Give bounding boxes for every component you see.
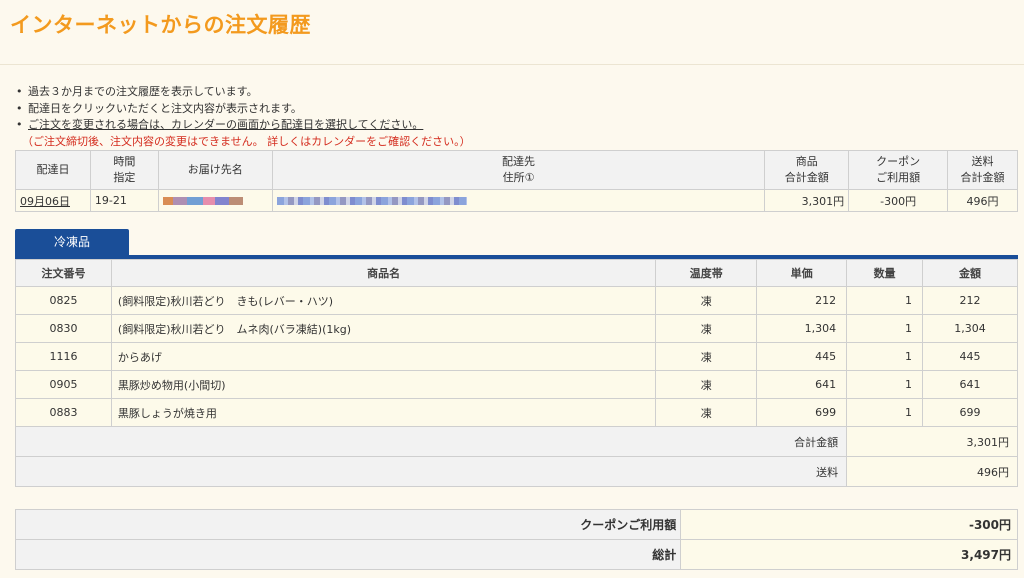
shipping-row: 送料 496円 <box>14 456 1018 487</box>
temperature-zone: 凍 <box>655 342 758 371</box>
grand-total-table: クーポンご利用額 -300円 総計 3,497円 <box>14 509 1018 570</box>
subtotal-row: 合計金額 3,301円 <box>14 426 1018 457</box>
header-order-number: 注文番号 <box>15 259 112 287</box>
amount: 445 <box>922 342 1018 371</box>
header-time: 時間 指定 <box>89 150 159 190</box>
delivery-date-link[interactable]: 09月06日 <box>20 195 70 208</box>
unit-price: 1,304 <box>756 314 848 343</box>
quantity: 1 <box>846 342 924 371</box>
header-amount: 金額 <box>922 259 1018 287</box>
subtotal-value: 3,301円 <box>846 426 1018 457</box>
header-goods-total: 商品 合計金額 <box>764 150 850 190</box>
note-text: 配達日をクリックいただくと注文内容が表示されます。 <box>28 101 302 115</box>
quantity: 1 <box>846 314 924 343</box>
amount: 699 <box>922 398 1018 427</box>
grand-total-label: 総計 <box>14 539 682 570</box>
shipping-value: 496円 <box>846 456 1018 487</box>
header-address: 配達先 住所① <box>271 150 766 190</box>
product-name: (飼料限定)秋川若どり ムネ肉(バラ凍結)(1kg) <box>110 314 657 343</box>
unit-price: 445 <box>756 342 848 371</box>
coupon-value: -300円 <box>680 509 1018 540</box>
table-row: 0825 (飼料限定)秋川若どり きも(レバー・ハツ) 凍 212 1 212 <box>15 286 1018 315</box>
order-number: 0905 <box>15 370 112 399</box>
temperature-zone: 凍 <box>655 314 758 343</box>
goods-total: 3,301円 <box>764 189 850 212</box>
unit-price: 699 <box>756 398 848 427</box>
unit-price: 212 <box>756 286 848 315</box>
notes-list: 過去３か月までの注文履歴を表示しています。 配達日をクリックいただくと注文内容が… <box>16 84 1016 150</box>
header-recipient: お届け先名 <box>157 150 273 190</box>
delivery-time: 19-21 <box>89 189 159 212</box>
order-number: 1116 <box>15 342 112 371</box>
product-name: 黒豚炒め物用(小間切) <box>110 370 657 399</box>
order-number: 0883 <box>15 398 112 427</box>
order-number: 0830 <box>15 314 112 343</box>
temperature-zone: 凍 <box>655 286 758 315</box>
note-text: ご注文を変更される場合は、カレンダーの画面から配達日を選択してください。 <box>28 118 424 131</box>
coupon-row: クーポンご利用額 -300円 <box>14 509 1018 540</box>
quantity: 1 <box>846 286 924 315</box>
note-item: 配達日をクリックいただくと注文内容が表示されます。 <box>16 101 1016 118</box>
summary-row: 09月06日 19-21 3,301円 -300円 496円 <box>15 189 1018 212</box>
address-redacted <box>276 197 467 205</box>
product-name: (飼料限定)秋川若どり きも(レバー・ハツ) <box>110 286 657 315</box>
temperature-zone: 凍 <box>655 370 758 399</box>
amount: 641 <box>922 370 1018 399</box>
order-items-table: 注文番号 商品名 温度帯 単価 数量 金額 0825 (飼料限定)秋川若どり き… <box>14 259 1018 487</box>
unit-price: 641 <box>756 370 848 399</box>
tab-frozen[interactable]: 冷凍品 <box>15 229 129 255</box>
header-unit-price: 単価 <box>756 259 848 287</box>
note-text: 過去３か月までの注文履歴を表示しています。 <box>28 85 258 98</box>
temperature-zone: 凍 <box>655 398 758 427</box>
note-item: 過去３か月までの注文履歴を表示しています。 <box>16 84 1016 101</box>
order-number: 0825 <box>15 286 112 315</box>
summary-header-row: 配達日 時間 指定 お届け先名 配達先 住所① 商品 合計金額 クーポン ご利用額 送料… <box>15 150 1018 190</box>
coupon-label: クーポンご利用額 <box>14 509 682 540</box>
items-header-row: 注文番号 商品名 温度帯 単価 数量 金額 <box>15 259 1018 287</box>
quantity: 1 <box>846 370 924 399</box>
header-product-name: 商品名 <box>110 259 657 287</box>
note-item: ご注文を変更される場合は、カレンダーの画面から配達日を選択してください。 <box>16 117 1016 134</box>
grand-total-value: 3,497円 <box>680 539 1018 570</box>
header-delivery-date: 配達日 <box>15 150 91 190</box>
order-summary-table: 配達日 時間 指定 お届け先名 配達先 住所① 商品 合計金額 クーポン ご利用額 送料… <box>15 150 1018 212</box>
title-divider <box>0 64 1024 65</box>
note-warning: （ご注文締切後、注文内容の変更はできません。 詳しくはカレンダーをご確認ください… <box>22 134 471 148</box>
header-shipping: 送料 合計金額 <box>947 150 1018 190</box>
subtotal-label: 合計金額 <box>14 426 848 457</box>
header-temperature: 温度帯 <box>655 259 758 287</box>
header-coupon: クーポン ご利用額 <box>848 150 949 190</box>
coupon-amount: -300円 <box>848 189 949 212</box>
shipping-label: 送料 <box>14 456 848 487</box>
product-name: 黒豚しょうが焼き用 <box>110 398 657 427</box>
quantity: 1 <box>846 398 924 427</box>
page-title: インターネットからの注文履歴 <box>10 13 311 37</box>
table-row: 1116 からあげ 凍 445 1 445 <box>15 342 1018 371</box>
shipping-amount: 496円 <box>947 189 1018 212</box>
table-row: 0830 (飼料限定)秋川若どり ムネ肉(バラ凍結)(1kg) 凍 1,304 … <box>15 314 1018 343</box>
amount: 212 <box>922 286 1018 315</box>
header-quantity: 数量 <box>846 259 924 287</box>
grand-total-row: 総計 3,497円 <box>14 539 1018 570</box>
table-row: 0905 黒豚炒め物用(小間切) 凍 641 1 641 <box>15 370 1018 399</box>
table-row: 0883 黒豚しょうが焼き用 凍 699 1 699 <box>15 398 1018 427</box>
amount: 1,304 <box>922 314 1018 343</box>
product-name: からあげ <box>110 342 657 371</box>
recipient-name-redacted <box>162 197 243 205</box>
